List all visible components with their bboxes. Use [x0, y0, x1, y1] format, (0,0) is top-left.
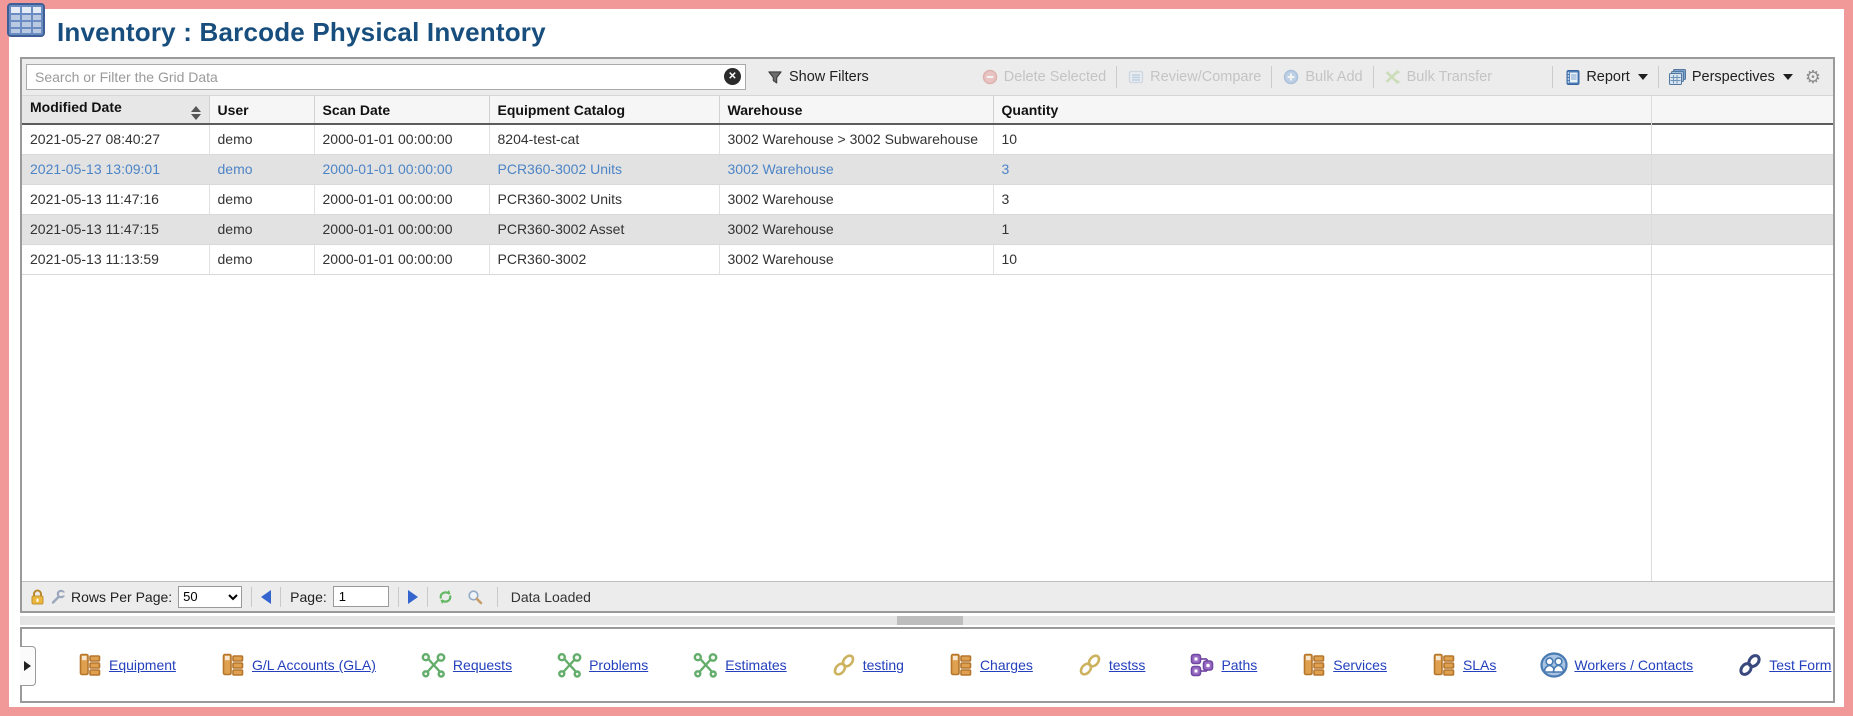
- filter-funnel-icon: [766, 70, 784, 85]
- page-title: Inventory : Barcode Physical Inventory: [57, 17, 546, 48]
- quicklink-paths[interactable]: Paths: [1189, 652, 1257, 678]
- toolbar-separator: [1658, 66, 1659, 88]
- bulk-add-button[interactable]: Bulk Add: [1276, 63, 1368, 91]
- clear-search-icon[interactable]: ✕: [724, 68, 741, 85]
- add-circle-icon: [1282, 69, 1300, 85]
- table-row[interactable]: 2021-05-13 11:47:16 demo 2000-01-01 00:0…: [22, 184, 1833, 214]
- rows-per-page-label: Rows Per Page:: [71, 589, 172, 605]
- table-row[interactable]: 2021-05-27 08:40:27 demo 2000-01-01 00:0…: [22, 124, 1833, 154]
- page-label: Page:: [290, 589, 327, 605]
- toolbar-separator: [1552, 66, 1553, 88]
- footer-separator: [280, 587, 281, 607]
- horizontal-scrollbar[interactable]: [20, 616, 1835, 625]
- toolbar-separator: [1271, 66, 1272, 88]
- search-box: ✕: [26, 64, 746, 90]
- quicklink-gl-accounts[interactable]: G/L Accounts (GLA): [220, 652, 376, 678]
- sort-icon[interactable]: [191, 106, 201, 120]
- table-header-row: Modified Date User Scan Date Equipment C…: [22, 96, 1833, 124]
- expand-panel-tab[interactable]: [20, 646, 36, 686]
- grid-area: Modified Date User Scan Date Equipment C…: [22, 96, 1833, 581]
- search-input[interactable]: [26, 64, 746, 90]
- quicklink-requests[interactable]: Requests: [420, 652, 512, 679]
- delete-selected-button[interactable]: Delete Selected: [975, 63, 1112, 91]
- quicklink-charges[interactable]: Charges: [948, 652, 1033, 678]
- people-icon: [1540, 652, 1568, 678]
- footer-separator: [427, 587, 428, 607]
- tools-icon: [692, 652, 719, 679]
- inventory-grid-panel: ✕ Show Filters Delete Selected Review/Co…: [20, 57, 1835, 613]
- column-divider-line: [1651, 96, 1652, 581]
- tree-icon: [948, 652, 974, 678]
- chevron-down-icon: [1638, 74, 1648, 80]
- review-list-icon: [1127, 69, 1145, 85]
- refresh-icon[interactable]: [437, 589, 454, 605]
- quick-links-panel: Equipment G/L Accounts (GLA) Requests Pr…: [20, 627, 1835, 703]
- perspectives-button[interactable]: Perspectives: [1663, 63, 1799, 91]
- quicklink-testing[interactable]: testing: [831, 652, 904, 678]
- chain-navy-icon: [1737, 652, 1763, 678]
- quicklink-workers-contacts[interactable]: Workers / Contacts: [1540, 652, 1693, 678]
- tree-icon: [220, 652, 246, 678]
- perspectives-stack-icon: [1669, 69, 1687, 86]
- quicklink-test-form[interactable]: Test Form: [1737, 652, 1831, 678]
- wrench-icon[interactable]: [50, 589, 66, 605]
- show-filters-button[interactable]: Show Filters: [760, 63, 875, 91]
- quicklink-slas[interactable]: SLAs: [1431, 652, 1496, 678]
- next-page-icon[interactable]: [408, 590, 418, 604]
- quicklink-problems[interactable]: Problems: [556, 652, 648, 679]
- quicklink-testss[interactable]: testss: [1077, 652, 1146, 678]
- gear-icon[interactable]: ⚙: [1799, 68, 1827, 86]
- app-header: Inventory : Barcode Physical Inventory: [9, 9, 1844, 57]
- column-header-warehouse[interactable]: Warehouse: [719, 96, 993, 124]
- tree-icon: [1301, 652, 1327, 678]
- chevron-right-icon: [24, 661, 31, 671]
- table-row[interactable]: 2021-05-13 11:13:59 demo 2000-01-01 00:0…: [22, 244, 1833, 274]
- previous-page-icon[interactable]: [261, 590, 271, 604]
- transfer-arrows-icon: [1384, 69, 1402, 85]
- page-number-input[interactable]: [333, 586, 389, 607]
- footer-separator: [398, 587, 399, 607]
- grid-footer: Rows Per Page: 50 Page: Data Loaded: [22, 581, 1833, 611]
- rows-per-page-select[interactable]: 50: [178, 586, 242, 608]
- tools-icon: [420, 652, 447, 679]
- report-book-icon: [1563, 69, 1581, 86]
- bulk-transfer-button[interactable]: Bulk Transfer: [1378, 63, 1498, 91]
- column-header-equipment-catalog[interactable]: Equipment Catalog: [489, 96, 719, 124]
- report-button[interactable]: Report: [1557, 63, 1654, 91]
- quicklink-services[interactable]: Services: [1301, 652, 1387, 678]
- scrollbar-thumb[interactable]: [897, 616, 963, 625]
- chevron-down-icon: [1783, 74, 1793, 80]
- column-header-scan-date[interactable]: Scan Date: [314, 96, 489, 124]
- delete-circle-icon: [981, 69, 999, 85]
- inventory-table: Modified Date User Scan Date Equipment C…: [22, 96, 1833, 275]
- status-text: Data Loaded: [511, 589, 591, 605]
- table-row[interactable]: 2021-05-13 13:09:01 demo 2000-01-01 00:0…: [22, 154, 1833, 184]
- column-header-quantity[interactable]: Quantity: [993, 96, 1651, 124]
- paths-icon: [1189, 652, 1215, 678]
- chain-gold-icon: [831, 652, 857, 678]
- tree-icon: [77, 652, 103, 678]
- column-header-empty: [1651, 96, 1833, 124]
- grid-table-icon: [7, 3, 45, 42]
- quicklink-estimates[interactable]: Estimates: [692, 652, 786, 679]
- column-header-modified-date[interactable]: Modified Date: [22, 96, 209, 124]
- grid-toolbar: ✕ Show Filters Delete Selected Review/Co…: [22, 59, 1833, 96]
- toolbar-separator: [1116, 66, 1117, 88]
- magnifier-icon[interactable]: [467, 589, 483, 605]
- footer-separator: [497, 587, 498, 607]
- tools-icon: [556, 652, 583, 679]
- table-row[interactable]: 2021-05-13 11:47:15 demo 2000-01-01 00:0…: [22, 214, 1833, 244]
- quicklink-equipment[interactable]: Equipment: [77, 652, 176, 678]
- column-header-user[interactable]: User: [209, 96, 314, 124]
- toolbar-separator: [1373, 66, 1374, 88]
- footer-separator: [251, 587, 252, 607]
- tree-icon: [1431, 652, 1457, 678]
- review-compare-button[interactable]: Review/Compare: [1121, 63, 1267, 91]
- chain-gold-icon: [1077, 652, 1103, 678]
- lock-icon[interactable]: [30, 589, 45, 605]
